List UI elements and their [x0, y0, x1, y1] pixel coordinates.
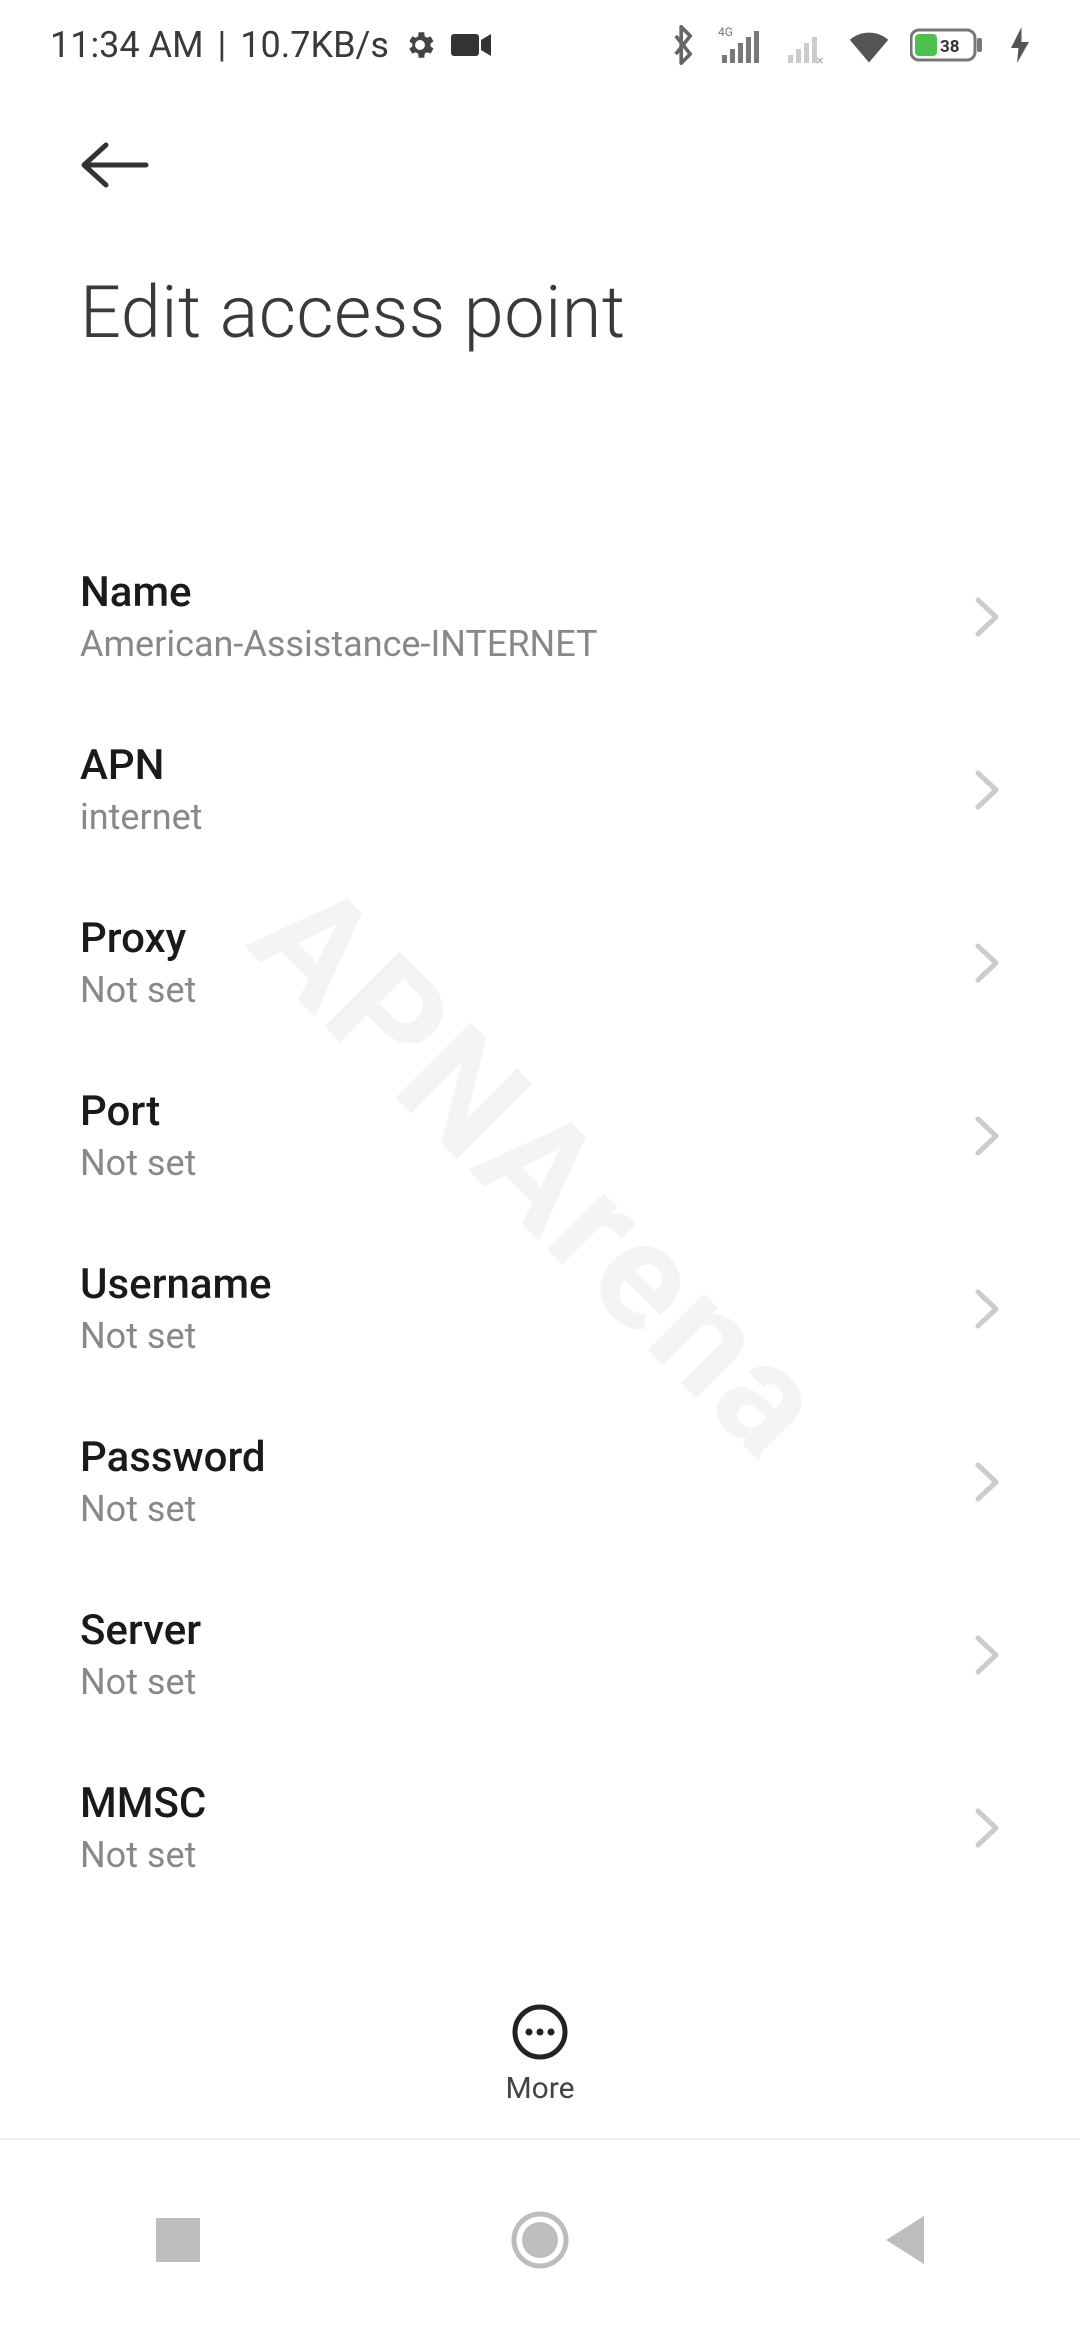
row-apn[interactable]: APN internet — [0, 703, 1080, 876]
row-label: Password — [80, 1433, 266, 1482]
row-label: Username — [80, 1260, 272, 1309]
more-button[interactable]: More — [0, 1970, 1080, 2140]
arrow-left-icon — [80, 141, 150, 189]
back-button[interactable] — [80, 130, 150, 200]
row-value: Not set — [80, 1315, 272, 1357]
row-name[interactable]: Name American-Assistance-INTERNET — [0, 530, 1080, 703]
chevron-right-icon — [974, 1115, 1000, 1157]
signal-nosim-icon: × — [782, 25, 828, 65]
nav-home-button[interactable] — [511, 2211, 569, 2269]
nav-recents-button[interactable] — [156, 2218, 200, 2262]
status-bar: 11:34 AM | 10.7KB/s 4G — [0, 0, 1080, 90]
row-value: Not set — [80, 1488, 266, 1530]
chevron-right-icon — [974, 1807, 1000, 1849]
status-time: 11:34 AM — [50, 24, 204, 66]
square-icon — [156, 2218, 200, 2262]
row-label: Server — [80, 1606, 201, 1655]
status-separator: | — [218, 24, 227, 66]
page-title: Edit access point — [80, 270, 1000, 355]
chevron-right-icon — [974, 769, 1000, 811]
row-value: Not set — [80, 1834, 206, 1876]
bluetooth-icon — [670, 25, 696, 65]
row-label: Port — [80, 1087, 196, 1136]
svg-text:×: × — [816, 53, 823, 65]
more-label: More — [505, 2071, 574, 2106]
camera-icon — [451, 31, 491, 59]
row-label: APN — [80, 741, 202, 790]
row-server[interactable]: Server Not set — [0, 1568, 1080, 1741]
chevron-right-icon — [974, 1288, 1000, 1330]
row-value: Not set — [80, 969, 196, 1011]
chevron-right-icon — [974, 942, 1000, 984]
chevron-right-icon — [974, 1634, 1000, 1676]
row-mmsc[interactable]: MMSC Not set — [0, 1741, 1080, 1914]
battery-percent: 38 — [940, 37, 960, 57]
row-username[interactable]: Username Not set — [0, 1222, 1080, 1395]
row-mms-proxy[interactable]: MMS proxy Not set — [0, 1914, 1080, 1950]
wifi-icon — [848, 27, 890, 63]
android-navbar — [0, 2140, 1080, 2340]
signal-4g-icon: 4G — [716, 25, 762, 65]
svg-text:4G: 4G — [718, 25, 733, 39]
chevron-right-icon — [974, 1461, 1000, 1503]
row-value: Not set — [80, 1142, 196, 1184]
row-proxy[interactable]: Proxy Not set — [0, 876, 1080, 1049]
row-label: Name — [80, 568, 598, 617]
row-value: Not set — [80, 1661, 201, 1703]
row-label: MMSC — [80, 1779, 206, 1828]
status-netspeed: 10.7KB/s — [240, 24, 389, 66]
row-value: American-Assistance-INTERNET — [80, 623, 598, 665]
row-label: Proxy — [80, 914, 196, 963]
circle-icon — [511, 2211, 569, 2269]
charging-icon — [1010, 27, 1030, 63]
row-port[interactable]: Port Not set — [0, 1049, 1080, 1222]
gear-icon — [403, 28, 437, 62]
triangle-left-icon — [880, 2216, 924, 2264]
chevron-right-icon — [974, 596, 1000, 638]
row-value: internet — [80, 796, 202, 838]
battery-icon: 38 — [910, 26, 990, 64]
more-icon — [511, 2003, 569, 2061]
settings-list: Name American-Assistance-INTERNET APN in… — [0, 530, 1080, 1950]
row-password[interactable]: Password Not set — [0, 1395, 1080, 1568]
nav-back-button[interactable] — [880, 2216, 924, 2264]
